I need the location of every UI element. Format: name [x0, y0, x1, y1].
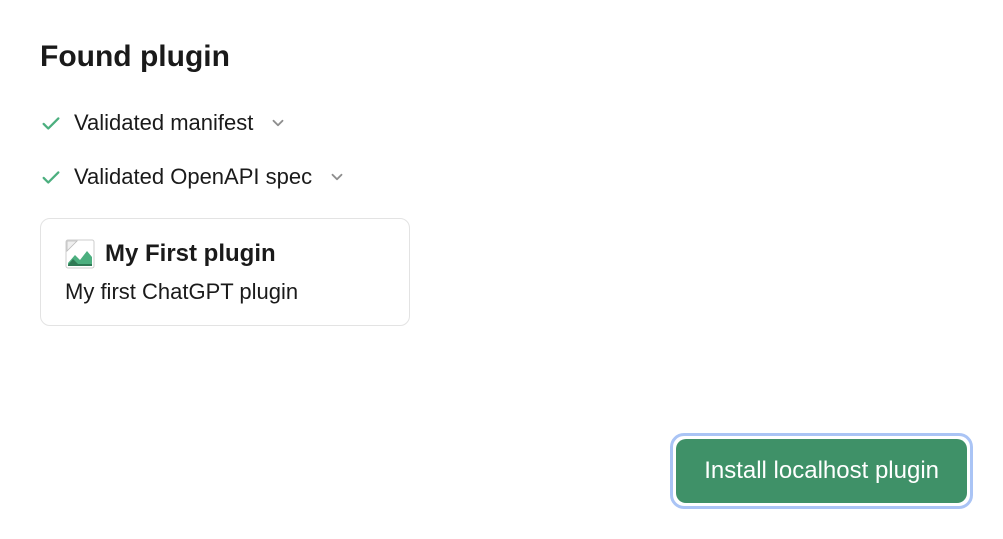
plugin-description: My first ChatGPT plugin [65, 279, 385, 305]
plugin-name: My First plugin [105, 240, 276, 268]
chevron-down-icon [328, 168, 346, 186]
check-icon [40, 112, 62, 134]
page-heading: Found plugin [40, 40, 963, 74]
plugin-card: My First plugin My first ChatGPT plugin [40, 218, 410, 326]
broken-image-icon [65, 239, 95, 269]
install-button-focus-ring: Install localhost plugin [670, 433, 973, 509]
validation-manifest[interactable]: Validated manifest [40, 110, 963, 136]
validation-label: Validated manifest [74, 110, 253, 136]
check-icon [40, 166, 62, 188]
chevron-down-icon [269, 114, 287, 132]
validation-label: Validated OpenAPI spec [74, 164, 312, 190]
validation-openapi[interactable]: Validated OpenAPI spec [40, 164, 963, 190]
plugin-card-header: My First plugin [65, 239, 385, 269]
install-localhost-plugin-button[interactable]: Install localhost plugin [676, 439, 967, 503]
